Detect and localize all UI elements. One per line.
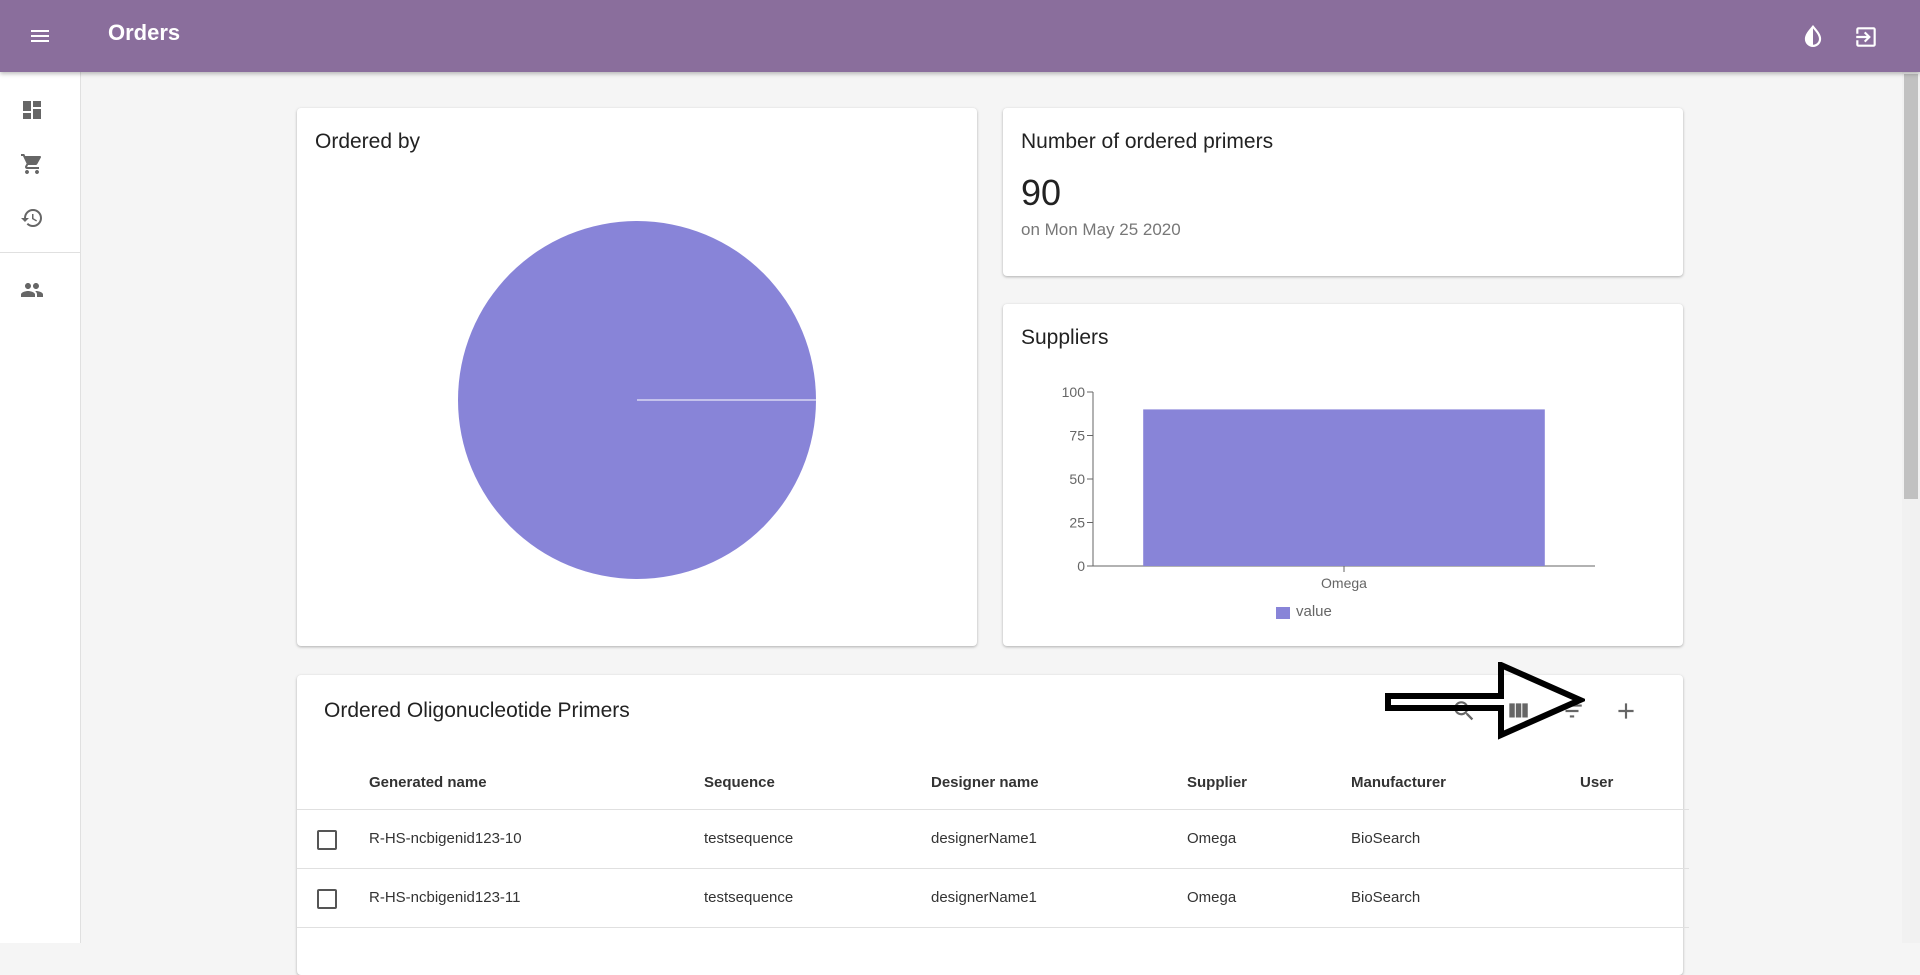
bar[interactable] <box>1143 409 1545 566</box>
ordered-by-pie-chart <box>458 221 816 579</box>
history-icon[interactable] <box>20 206 44 230</box>
cell-sequence: testsequence <box>704 889 794 906</box>
cell-supplier: Omega <box>1187 889 1237 906</box>
table-title: Ordered Oligonucleotide Primers <box>324 699 630 722</box>
cell-designer-name: designerName1 <box>931 889 1037 906</box>
cell-generated-name: R-HS-ncbigenid123-11 <box>369 889 521 906</box>
logout-icon[interactable] <box>1853 24 1879 50</box>
scrollbar-thumb[interactable] <box>1904 74 1918 499</box>
sidebar <box>0 72 81 943</box>
primer-count-value: 90 <box>1021 172 1062 213</box>
column-header-sequence[interactable]: Sequence <box>704 774 775 791</box>
app-bar: Orders <box>0 0 1920 72</box>
page-title: Orders <box>108 20 181 45</box>
y-tick-label: 100 <box>1062 384 1086 400</box>
primer-count-title: Number of ordered primers <box>1021 130 1274 153</box>
annotation-arrow <box>1385 662 1585 740</box>
header-divider <box>297 809 1689 810</box>
sidebar-divider <box>0 252 80 253</box>
cell-sequence: testsequence <box>704 830 794 847</box>
y-tick-label: 25 <box>1069 515 1085 531</box>
column-header-manufacturer[interactable]: Manufacturer <box>1351 774 1446 791</box>
cell-manufacturer: BioSearch <box>1351 830 1421 847</box>
row-checkbox[interactable] <box>317 889 337 909</box>
cell-designer-name: designerName1 <box>931 830 1037 847</box>
ordered-by-card: Ordered by <box>297 108 977 646</box>
primer-count-card: Number of ordered primers 90 on Mon May … <box>1003 108 1683 276</box>
page-scrollbar[interactable] <box>1902 72 1920 943</box>
row-divider <box>297 927 1689 928</box>
add-icon[interactable] <box>1613 698 1639 724</box>
legend-label: value <box>1296 603 1332 620</box>
y-tick-label: 0 <box>1077 558 1085 574</box>
cell-generated-name: R-HS-ncbigenid123-10 <box>369 830 522 847</box>
row-divider <box>297 868 1689 869</box>
y-tick-label: 50 <box>1069 471 1085 487</box>
cell-supplier: Omega <box>1187 830 1237 847</box>
column-header-supplier[interactable]: Supplier <box>1187 774 1247 791</box>
theme-toggle-icon[interactable] <box>1800 24 1826 50</box>
column-header-generated-name[interactable]: Generated name <box>369 774 487 791</box>
cell-manufacturer: BioSearch <box>1351 889 1421 906</box>
primer-count-date: on Mon May 25 2020 <box>1021 220 1181 239</box>
suppliers-bar-chart: 0 25 50 75 100 Omega <box>1062 384 1595 591</box>
x-tick-label: Omega <box>1321 575 1367 591</box>
cart-icon[interactable] <box>20 152 44 176</box>
legend-swatch <box>1276 607 1290 619</box>
dashboard-icon[interactable] <box>20 98 44 122</box>
primers-table-card: Ordered Oligonucleotide Primers Generate… <box>297 662 1689 975</box>
column-header-user[interactable]: User <box>1580 774 1613 791</box>
row-checkbox[interactable] <box>317 830 337 850</box>
suppliers-card: Suppliers 0 25 50 75 100 Omega value <box>1003 304 1683 646</box>
menu-icon[interactable] <box>26 24 54 48</box>
people-icon[interactable] <box>20 278 44 302</box>
column-header-designer-name[interactable]: Designer name <box>931 774 1039 791</box>
y-tick-label: 75 <box>1069 428 1085 444</box>
